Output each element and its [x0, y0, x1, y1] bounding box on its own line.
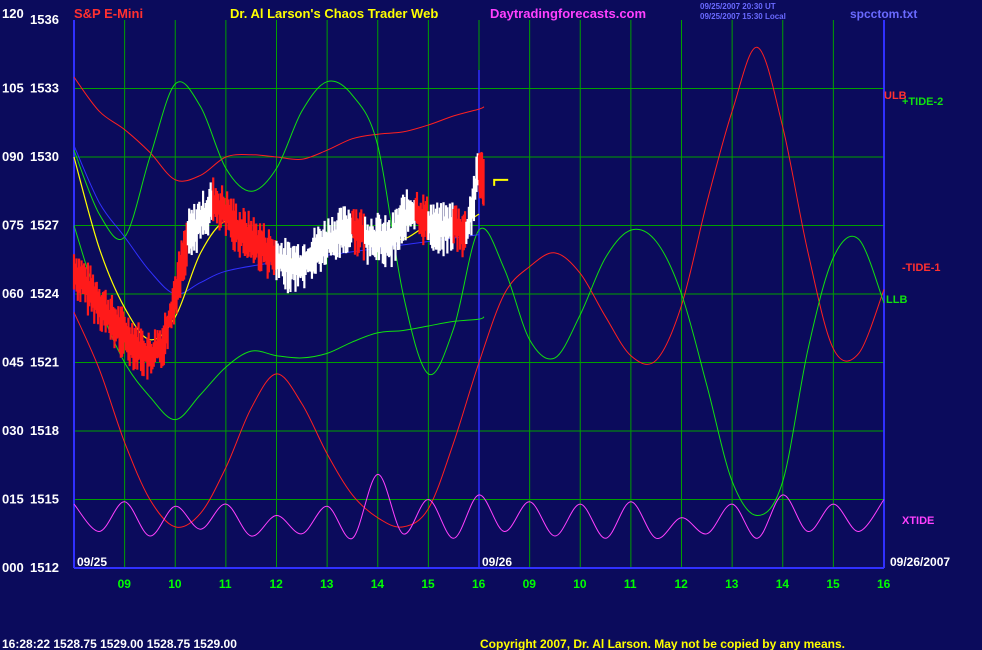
chart-window: 1536 105 1533 090 1530 075 1527 060 1524 045 1521 0…	[0, 0, 982, 650]
mid-date-label: 09/26	[482, 555, 512, 569]
x-axis-hour-label: 12	[675, 577, 689, 591]
tide2-label: +TIDE-2	[902, 96, 943, 108]
x-axis-hour-label: 14	[776, 577, 790, 591]
x-axis-hour-label: 11	[219, 577, 232, 591]
y-axis-label: 105	[2, 81, 24, 96]
x-axis-hour-label: 14	[371, 577, 385, 591]
y-axis-price-label: 1518	[30, 423, 59, 438]
y-axis-label: 045	[2, 355, 24, 370]
y-axis-price-label: 1533	[30, 81, 59, 96]
y-axis-label: 015	[2, 492, 24, 507]
y-axis-price-label: 1524	[30, 286, 60, 301]
y-axis-price-label: 1521	[30, 355, 59, 370]
y-axis-label: 000	[2, 560, 24, 575]
copyright-notice: Copyright 2007, Dr. Al Larson. May not b…	[480, 637, 845, 650]
instrument-title: S&P E-Mini	[74, 6, 143, 21]
tide1-label: -TIDE-1	[902, 262, 941, 274]
grid-layer: 1536 105 1533 090 1530 075 1527 060 1524 045 1521 0…	[2, 12, 891, 591]
y-axis-label: 075	[2, 218, 24, 233]
website-link[interactable]: Daytradingforecasts.com	[490, 6, 646, 21]
x-axis-hour-label: 10	[168, 577, 182, 591]
x-axis-hour-label: 10	[573, 577, 587, 591]
last-quote: 16:28:22 1528.75 1529.00 1528.75 1529.00	[2, 637, 237, 650]
app-title: Dr. Al Larson's Chaos Trader Web	[230, 6, 438, 21]
y-axis-price-label: 1536	[30, 12, 59, 27]
x-axis-hour-label: 13	[725, 577, 739, 591]
y-axis-label: 060	[2, 286, 24, 301]
xtide-label: XTIDE	[902, 515, 934, 527]
timestamp-local: 09/25/2007 15:30 Local	[700, 12, 786, 21]
y-axis-price-label: 1527	[30, 218, 59, 233]
x-axis-hour-label: 16	[877, 577, 891, 591]
llb-label: LLB	[886, 294, 907, 306]
y-axis-price-label: 1530	[30, 149, 59, 164]
y-axis-price-label: 1515	[30, 492, 59, 507]
y-top-axis-label: 120	[2, 6, 24, 21]
x-axis-hour-label: 11	[624, 577, 637, 591]
data-file-name: spcctom.txt	[850, 7, 917, 21]
y-axis-label: 090	[2, 149, 24, 164]
y-axis-price-label: 1512	[30, 560, 59, 575]
x-axis-hour-label: 15	[421, 577, 435, 591]
last-price-marker	[493, 178, 509, 186]
x-axis-hour-label: 09	[523, 577, 537, 591]
series-line-ulb	[73, 76, 485, 182]
x-axis-hour-label: 09	[118, 577, 132, 591]
y-axis-label: 030	[2, 423, 24, 438]
x-axis-hour-label: 16	[472, 577, 486, 591]
start-date-label: 09/25	[77, 555, 107, 569]
price-layer	[72, 151, 509, 380]
end-date-label: 09/26/2007	[890, 555, 950, 569]
x-axis-hour-label: 12	[270, 577, 284, 591]
x-axis-hour-label: 13	[320, 577, 334, 591]
x-axis-hour-label: 15	[826, 577, 840, 591]
chaos-trader-chart: 1536 105 1533 090 1530 075 1527 060 1524 045 1521 0…	[2, 2, 950, 650]
timestamp-ut: 09/25/2007 20:30 UT	[700, 2, 776, 11]
